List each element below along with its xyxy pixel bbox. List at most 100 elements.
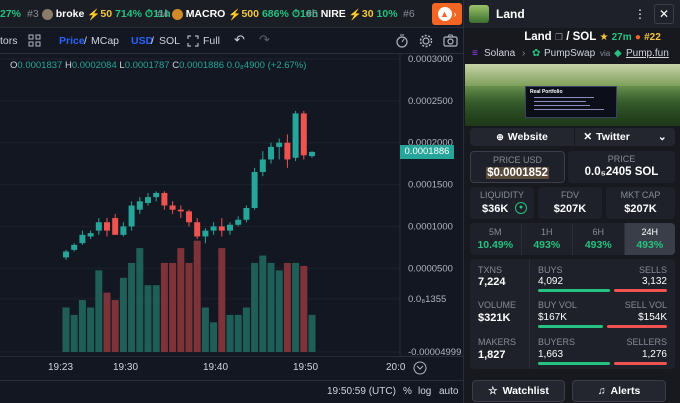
flame-icon: ● — [634, 32, 641, 43]
sellers-value: 1,276 — [641, 349, 667, 360]
close-icon[interactable]: ✕ — [654, 4, 674, 24]
twitter-label: Twitter — [596, 131, 630, 143]
volume-bar — [152, 285, 160, 352]
sol-toggle[interactable]: SOL — [159, 35, 180, 47]
volume-bar — [201, 307, 209, 352]
fullscreen-button[interactable]: Full — [203, 35, 220, 47]
makers-value: 1,827 — [478, 349, 506, 361]
price-sol-box: PRICE 0.0₅2405 SOL — [568, 151, 675, 183]
mcap-toggle[interactable]: MCap — [91, 35, 119, 47]
bolt-icon: ⚡ — [87, 8, 101, 21]
price-toggle[interactable]: Price — [59, 35, 85, 47]
percent-scale-toggle[interactable]: % — [403, 386, 412, 397]
banner-line — [534, 97, 594, 98]
candle-body — [292, 113, 299, 158]
star-outline-icon: ☆ — [488, 385, 498, 397]
panel-header: Land ⋮ ✕ — [464, 0, 680, 28]
price-tick: 0.0₈1355 — [408, 294, 446, 305]
copy-icon[interactable]: ❐ — [555, 32, 563, 42]
volume-label: VOLUME — [478, 300, 517, 310]
chevron-right-icon: › — [453, 9, 457, 19]
watchlist-button[interactable]: ☆ Watchlist — [472, 380, 565, 402]
sell-vol-label: SELL VOL — [624, 300, 667, 310]
log-scale-toggle[interactable]: log — [418, 386, 431, 397]
sell-vol-bar — [607, 325, 667, 328]
chart-toolbar: tors Price / MCap USD / SOL Full ↶ ↷ — [0, 29, 463, 54]
ticker-item[interactable]: #6 — [403, 0, 418, 27]
fdv-value: $207K — [553, 203, 587, 215]
coin-icon — [41, 8, 53, 20]
ticker-rank: #5 — [306, 8, 318, 20]
buy-vol-bar — [538, 325, 603, 328]
clock-icon: ⏱ — [144, 7, 154, 20]
volume-bar — [128, 262, 136, 352]
candle-body — [276, 142, 283, 147]
go-to-realtime-icon[interactable] — [413, 361, 427, 375]
period-tabs: 5M 10.49% 1H 493% 6H 493% 24H 493% — [470, 223, 675, 255]
banner-line — [534, 109, 604, 110]
dex-name[interactable]: PumpSwap — [544, 48, 595, 59]
txns-value: 7,224 — [478, 276, 506, 288]
fullscreen-icon[interactable] — [187, 35, 199, 47]
mcap-value: $207K — [624, 203, 657, 215]
tab-5m[interactable]: 5M 10.49% — [470, 223, 522, 255]
redo-icon[interactable]: ↷ — [259, 32, 270, 48]
website-button[interactable]: ⊕ Website — [470, 128, 574, 146]
camera-icon[interactable] — [443, 34, 458, 47]
token-symbol: Land — [524, 31, 552, 43]
liquidity-label: LIQUIDITY — [479, 190, 524, 200]
time-tick: 19:40 — [203, 362, 229, 373]
candlestick-plot[interactable]: 0.00030000.00025000.00020000.00015000.00… — [0, 54, 463, 356]
interval-selector[interactable]: tors — [0, 35, 18, 47]
ticker-rank: #3 — [27, 8, 39, 20]
launchpad-link[interactable]: Pump.fun — [626, 48, 669, 59]
indicators-icon[interactable] — [28, 34, 41, 47]
alerts-button[interactable]: ♫ Alerts — [572, 380, 666, 402]
undo-icon[interactable]: ↶ — [234, 32, 245, 48]
ticker-item-nire[interactable]: #5 NIRE ⚡ 30 10% — [306, 0, 398, 27]
volume-bar — [78, 300, 86, 352]
trending-toggle-button[interactable]: ▲ › — [432, 3, 462, 25]
volume-bar — [169, 262, 177, 352]
sell-vol-value: $154K — [638, 312, 667, 323]
usd-toggle[interactable]: USD — [131, 35, 153, 47]
time-tick: 20:0 — [386, 362, 406, 373]
volume-bar — [87, 307, 95, 352]
fdv-box: FDV $207K — [538, 187, 602, 219]
time-axis[interactable]: 19:23 19:30 19:40 19:50 20:0 — [0, 356, 463, 380]
mcap-box: MKT CAP $207K — [606, 187, 675, 219]
candle-body — [177, 209, 184, 212]
flame-icon: ▲ — [437, 7, 452, 21]
twitter-button[interactable]: ✕ Twitter ⌄ — [575, 128, 675, 146]
sellers-bar — [614, 362, 667, 365]
price-sol-label: PRICE — [607, 154, 636, 164]
tab-24h[interactable]: 24H 493% — [624, 223, 675, 255]
fdv-label: FDV — [561, 190, 579, 200]
ticker-item-macro[interactable]: #4 MACRO ⚡ 500 686% ⏱ 16h — [157, 0, 318, 27]
candle-body — [243, 208, 250, 220]
chevron-down-icon[interactable]: ⌄ — [658, 131, 667, 143]
timer-icon[interactable] — [395, 34, 409, 48]
ticker-item-broke[interactable]: #3 broke ⚡ 50 714% ⏱ 11h — [27, 0, 171, 27]
gear-icon[interactable] — [419, 34, 433, 48]
ticker-pct: 686% — [261, 8, 289, 20]
star-icon: ★ — [599, 32, 609, 43]
price-sol-value: 0.0₅2405 SOL — [584, 166, 659, 178]
period-label: 5M — [488, 227, 502, 237]
auto-scale-toggle[interactable]: auto — [439, 386, 458, 397]
banner-line — [534, 105, 590, 106]
token-logo — [469, 5, 489, 23]
price-chart[interactable]: O0.0001837 H0.0002084 L0.0001787 C0.0001… — [0, 54, 463, 380]
tab-1h[interactable]: 1H 493% — [522, 223, 573, 255]
ticker-item[interactable]: 27% — [0, 0, 21, 27]
volume-bar — [185, 262, 193, 352]
chain-name[interactable]: Solana — [484, 48, 515, 59]
more-options-icon[interactable]: ⋮ — [634, 7, 646, 21]
candle-body — [300, 113, 307, 156]
tab-6h[interactable]: 6H 493% — [573, 223, 625, 255]
candle-body — [71, 244, 78, 250]
locked-liquidity-icon[interactable]: ● — [515, 202, 527, 214]
banner-screen: Real Portfolio — [525, 86, 617, 118]
period-label: 1H — [540, 227, 553, 237]
period-change: 493% — [533, 239, 561, 251]
